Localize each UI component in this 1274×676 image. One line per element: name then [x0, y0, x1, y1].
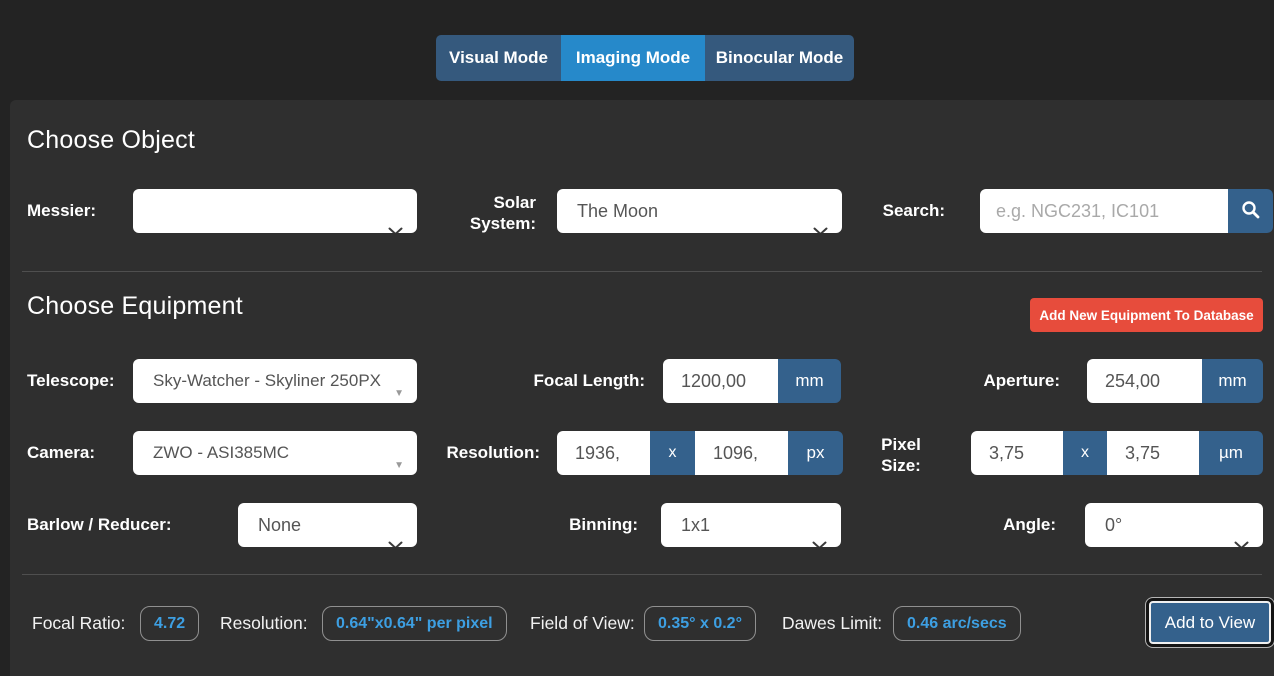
search-input[interactable]: [980, 189, 1228, 233]
camera-label: Camera:: [27, 443, 96, 462]
tab-visual-mode[interactable]: Visual Mode: [436, 35, 561, 81]
pixel-size-group: x µm: [971, 431, 1263, 475]
resolution-y-input[interactable]: [695, 431, 788, 475]
resolution-unit: px: [788, 431, 843, 475]
angle-select-value: 0°: [1105, 515, 1123, 535]
telescope-select-value: Sky-Watcher - Skyliner 250PX: [153, 371, 381, 390]
solar-system-label: Solar System:: [469, 193, 536, 233]
resolution-label: Resolution:: [446, 443, 541, 462]
dawes-limit-label: Dawes Limit:: [782, 613, 883, 633]
choose-equipment-heading: Choose Equipment: [27, 292, 243, 320]
pixel-y-input[interactable]: [1107, 431, 1199, 475]
barlow-reducer-select-value: None: [258, 515, 302, 535]
solar-system-select-value: The Moon: [577, 201, 659, 221]
dawes-limit-value: 0.46 arc/secs: [893, 606, 1021, 641]
binning-select-value: 1x1: [681, 515, 711, 535]
barlow-reducer-label: Barlow / Reducer:: [27, 515, 172, 534]
barlow-reducer-select[interactable]: None: [238, 503, 417, 547]
aperture-unit: mm: [1202, 359, 1263, 403]
results-bar: Focal Ratio: 4.72 Resolution: 0.64"x0.64…: [32, 598, 1271, 650]
mode-tabbar: Visual Mode Imaging Mode Binocular Mode: [436, 35, 854, 81]
main-panel: Choose Object Messier: Solar System: The…: [10, 100, 1274, 676]
result-resolution-label: Resolution:: [220, 613, 308, 633]
aperture-group: mm: [1087, 359, 1263, 403]
tab-binocular-mode[interactable]: Binocular Mode: [705, 35, 854, 81]
search-icon: [1241, 200, 1260, 222]
section-divider: [22, 271, 1262, 272]
solar-system-select[interactable]: The Moon: [557, 189, 842, 233]
resolution-group: x px: [557, 431, 843, 475]
telescope-select[interactable]: Sky-Watcher - Skyliner 250PX ▼: [133, 359, 417, 403]
resolution-x-input[interactable]: [557, 431, 650, 475]
section-divider: [22, 574, 1262, 575]
pixel-size-label: Pixel Size:: [881, 435, 921, 475]
focal-ratio-value: 4.72: [140, 606, 200, 641]
messier-label: Messier:: [27, 201, 96, 220]
binning-label: Binning:: [569, 515, 638, 534]
chevron-down-icon: [388, 208, 403, 233]
chevron-down-icon: [1234, 522, 1249, 547]
search-button[interactable]: [1228, 189, 1273, 233]
dropdown-arrow-icon: ▼: [394, 388, 404, 399]
pixel-x-input[interactable]: [971, 431, 1063, 475]
binning-select[interactable]: 1x1: [661, 503, 841, 547]
chevron-down-icon: [813, 208, 828, 233]
camera-select-value: ZWO - ASI385MC: [153, 443, 290, 462]
field-of-view-label: Field of View:: [530, 613, 635, 633]
focal-length-input[interactable]: [663, 359, 778, 403]
focal-length-label: Focal Length:: [533, 371, 645, 390]
focal-length-group: mm: [663, 359, 841, 403]
chevron-down-icon: [812, 522, 827, 547]
messier-select[interactable]: [133, 189, 417, 233]
pixel-unit: µm: [1199, 431, 1263, 475]
add-to-view-button[interactable]: Add to View: [1149, 601, 1271, 644]
pixel-separator: x: [1063, 431, 1107, 475]
chevron-down-icon: [388, 522, 403, 547]
tab-imaging-mode[interactable]: Imaging Mode: [561, 35, 705, 81]
add-new-equipment-button[interactable]: Add New Equipment To Database: [1030, 298, 1263, 332]
field-of-view-value: 0.35° x 0.2°: [644, 606, 756, 641]
choose-object-heading: Choose Object: [27, 126, 195, 154]
resolution-separator: x: [650, 431, 695, 475]
search-group: [980, 189, 1273, 233]
camera-select[interactable]: ZWO - ASI385MC ▼: [133, 431, 417, 475]
angle-select[interactable]: 0°: [1085, 503, 1263, 547]
aperture-input[interactable]: [1087, 359, 1202, 403]
result-resolution-value: 0.64"x0.64" per pixel: [322, 606, 507, 641]
telescope-label: Telescope:: [27, 371, 115, 390]
focal-ratio-label: Focal Ratio:: [32, 613, 126, 633]
focal-length-unit: mm: [778, 359, 841, 403]
search-label: Search:: [882, 201, 945, 220]
aperture-label: Aperture:: [983, 371, 1060, 390]
dropdown-arrow-icon: ▼: [394, 460, 404, 471]
angle-label: Angle:: [1003, 515, 1056, 534]
